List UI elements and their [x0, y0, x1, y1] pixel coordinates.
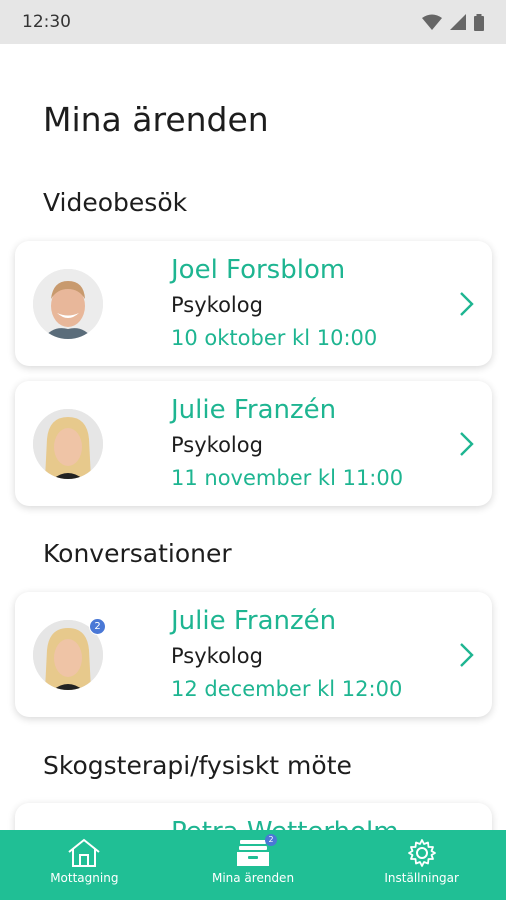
status-bar: 12:30	[0, 0, 506, 44]
doctor-role: Psykolog	[171, 293, 263, 317]
main-content: Mina ärenden Videobesök Joel Forsblom Ps…	[0, 44, 506, 830]
avatar	[33, 409, 103, 479]
nav-label: Mottagning	[50, 871, 119, 885]
appointment-date: 12 december kl 12:00	[171, 677, 403, 701]
section-title-videobesok: Videobesök	[43, 188, 188, 217]
doctor-name: Petra Wetterholm	[171, 817, 399, 830]
nav-badge: 2	[265, 834, 277, 846]
appointment-date: 10 oktober kl 10:00	[171, 326, 378, 350]
gear-icon	[407, 839, 436, 867]
doctor-name: Julie Franzén	[171, 606, 337, 636]
nav-label: Mina ärenden	[211, 871, 295, 885]
battery-icon	[474, 13, 484, 31]
chevron-right-icon	[460, 432, 474, 456]
nav-item-mina-arenden[interactable]: 2 Mina ärenden	[169, 830, 338, 900]
home-icon	[68, 838, 100, 867]
avatar	[33, 269, 103, 339]
wifi-icon	[422, 14, 442, 30]
doctor-role: Psykolog	[171, 644, 263, 668]
status-icons	[422, 13, 484, 31]
status-time: 12:30	[22, 12, 71, 32]
signal-icon	[450, 14, 466, 30]
page-title: Mina ärenden	[43, 100, 269, 139]
appointment-date: 11 november kl 11:00	[171, 466, 404, 490]
chevron-right-icon	[460, 292, 474, 316]
case-card[interactable]: Petra Wetterholm	[15, 803, 492, 830]
bottom-nav: Mottagning 2 Mina ärenden Inställningar	[0, 830, 506, 900]
case-card[interactable]: Julie Franzén Psykolog 11 november kl 11…	[15, 381, 492, 506]
doctor-name: Joel Forsblom	[171, 255, 346, 285]
unread-badge: 2	[89, 618, 106, 635]
chevron-right-icon	[460, 643, 474, 667]
section-title-konversationer: Konversationer	[43, 539, 232, 568]
case-card[interactable]: 2 Julie Franzén Psykolog 12 december kl …	[15, 592, 492, 717]
doctor-role: Psykolog	[171, 433, 263, 457]
case-card[interactable]: Joel Forsblom Psykolog 10 oktober kl 10:…	[15, 241, 492, 366]
nav-item-installningar[interactable]: Inställningar	[337, 830, 506, 900]
nav-item-mottagning[interactable]: Mottagning	[0, 830, 169, 900]
doctor-name: Julie Franzén	[171, 395, 337, 425]
nav-label: Inställningar	[384, 871, 459, 885]
section-title-skogsterapi: Skogsterapi/fysiskt möte	[43, 751, 352, 780]
